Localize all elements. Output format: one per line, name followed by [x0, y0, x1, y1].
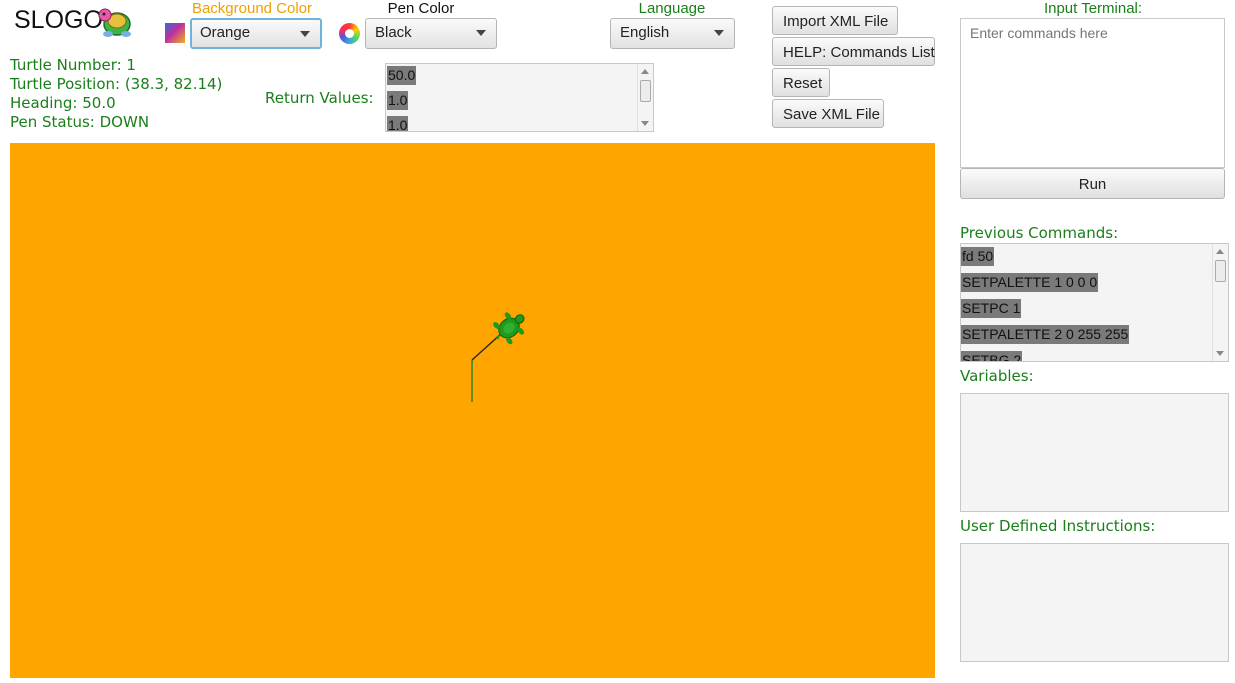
scroll-down-icon[interactable]	[641, 121, 649, 126]
scroll-up-icon[interactable]	[1216, 249, 1224, 254]
scroll-down-icon[interactable]	[1216, 351, 1224, 356]
background-color-select[interactable]: Orange	[190, 18, 322, 49]
list-item[interactable]: SETBG 2	[961, 348, 1228, 361]
chevron-down-icon	[300, 31, 310, 37]
scroll-thumb[interactable]	[640, 80, 651, 102]
chevron-down-icon	[476, 30, 486, 36]
return-values-scrollbar[interactable]	[637, 64, 653, 131]
input-terminal-label: Input Terminal:	[1043, 0, 1143, 17]
pen-color-select[interactable]: Black	[365, 18, 497, 49]
previous-commands-label: Previous Commands:	[960, 224, 1119, 242]
turtle-info: Turtle Number: 1 Turtle Position: (38.3,…	[10, 56, 222, 132]
list-item[interactable]: 1.0	[387, 89, 653, 114]
save-xml-button[interactable]: Save XML File	[772, 99, 884, 128]
turtle-canvas-drawing	[471, 305, 532, 402]
list-item[interactable]: SETPALETTE 1 0 0 0	[961, 270, 1228, 296]
user-instructions-panel[interactable]	[960, 543, 1229, 662]
background-color-label: Background Color	[191, 0, 313, 17]
turtle-icon[interactable]	[488, 305, 532, 349]
run-button[interactable]: Run	[960, 168, 1225, 199]
chevron-down-icon	[714, 30, 724, 36]
list-item[interactable]: fd 50	[961, 244, 1228, 270]
previous-commands-list[interactable]: fd 50 SETPALETTE 1 0 0 0 SETPC 1 SETPALE…	[960, 243, 1229, 362]
help-commands-button[interactable]: HELP: Commands List	[772, 37, 935, 66]
language-label: Language	[638, 0, 706, 17]
variables-label: Variables:	[960, 367, 1034, 385]
turtle-logo-icon	[98, 8, 131, 37]
pen-status: Pen Status: DOWN	[10, 113, 150, 131]
turtle-number: Turtle Number: 1	[10, 56, 136, 74]
color-swatch-icon	[165, 23, 185, 43]
list-item[interactable]: SETPC 1	[961, 296, 1228, 322]
pen-color-value: Black	[375, 24, 412, 41]
return-values-list[interactable]: 50.0 1.0 1.0	[385, 63, 654, 132]
return-values-label: Return Values:	[265, 89, 374, 107]
import-xml-button[interactable]: Import XML File	[772, 6, 898, 35]
pen-color-label: Pen Color	[387, 0, 455, 17]
color-wheel-icon	[339, 23, 360, 44]
list-item[interactable]: 1.0	[387, 114, 653, 131]
user-instructions-label: User Defined Instructions:	[960, 517, 1156, 535]
turtle-canvas[interactable]	[10, 143, 935, 678]
background-color-value: Orange	[200, 24, 251, 41]
list-item[interactable]: 50.0	[387, 64, 653, 89]
scroll-up-icon[interactable]	[641, 69, 649, 74]
reset-button[interactable]: Reset	[772, 68, 830, 97]
command-input[interactable]	[960, 18, 1225, 168]
variables-panel[interactable]	[960, 393, 1229, 512]
previous-commands-scrollbar[interactable]	[1212, 244, 1228, 361]
language-value: English	[620, 24, 670, 41]
list-item[interactable]: SETPALETTE 2 0 255 255	[961, 322, 1228, 348]
turtle-heading: Heading: 50.0	[10, 94, 116, 112]
language-select[interactable]: English	[610, 18, 735, 49]
scroll-thumb[interactable]	[1215, 260, 1226, 282]
turtle-position: Turtle Position: (38.3, 82.14)	[10, 75, 223, 93]
app-logo-text: SLOGO	[14, 6, 103, 34]
